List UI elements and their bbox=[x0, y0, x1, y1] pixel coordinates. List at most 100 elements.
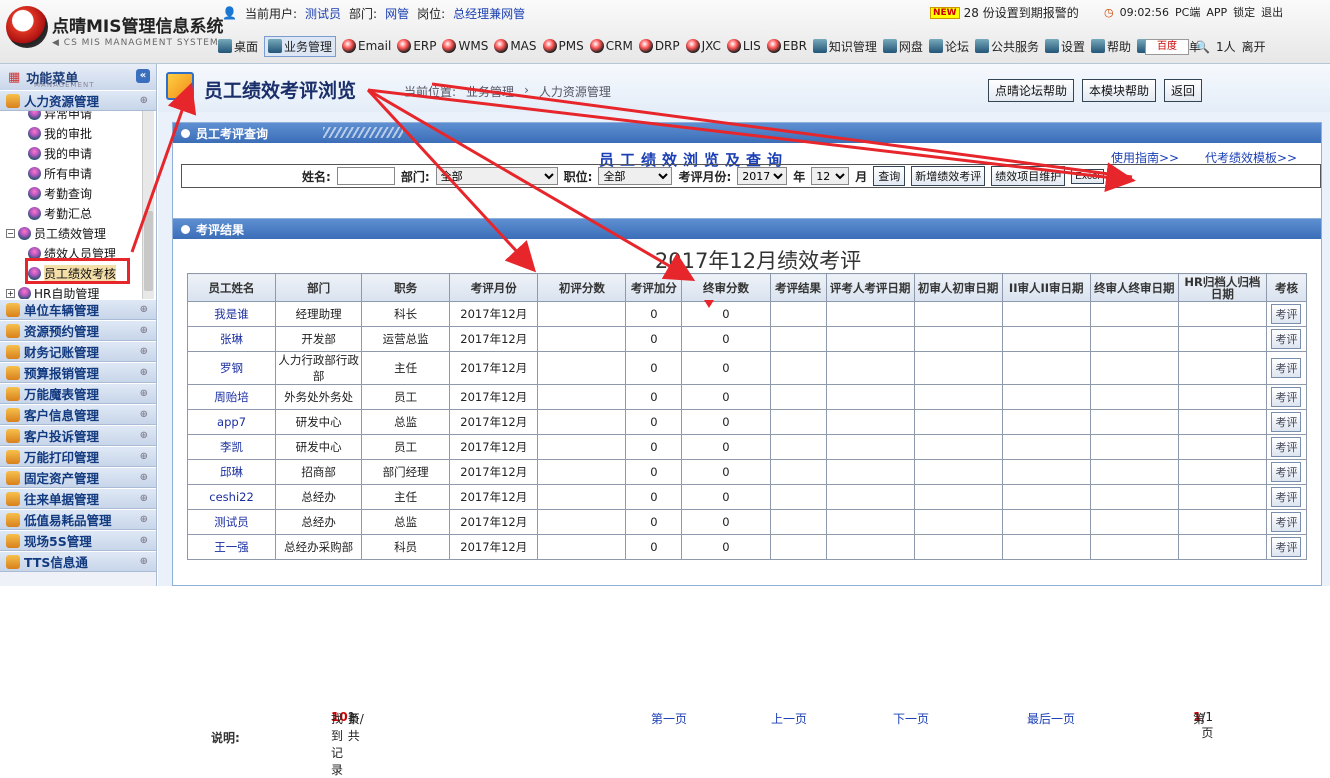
online-users[interactable]: 1人 bbox=[1216, 38, 1236, 55]
evaluate-button[interactable]: 考评 bbox=[1271, 358, 1302, 378]
maintain-items-button[interactable]: 绩效项目维护 bbox=[991, 166, 1066, 186]
back-button[interactable]: 返回 bbox=[1164, 79, 1203, 102]
sidebar-item-1[interactable]: 我的审批 bbox=[6, 123, 156, 143]
breadcrumb-item[interactable]: 业务管理 bbox=[466, 83, 514, 100]
cell-month: 2017年12月 bbox=[449, 434, 539, 460]
evaluate-button[interactable]: 考评 bbox=[1271, 387, 1302, 407]
module-help-button[interactable]: 本模块帮助 bbox=[1082, 79, 1157, 102]
toolbar-business[interactable]: 业务管理 bbox=[264, 35, 337, 57]
email-icon bbox=[342, 39, 357, 53]
toolbar-pms[interactable]: PMS bbox=[542, 39, 584, 53]
sidebar-category-11[interactable]: 现场5S管理 ⊕ bbox=[0, 530, 156, 551]
status-exit[interactable]: 退出 bbox=[1261, 4, 1283, 20]
sidebar-item-0[interactable]: 异常申请 bbox=[6, 111, 156, 123]
cell-name[interactable]: 周贻培 bbox=[186, 384, 277, 410]
cell-name[interactable]: 邱琳 bbox=[186, 459, 277, 485]
user-icon: 👤 bbox=[222, 6, 237, 20]
sidebar-category-1[interactable]: 资源预约管理 ⊕ bbox=[0, 320, 156, 341]
toolbar-wms[interactable]: WMS bbox=[442, 39, 488, 53]
cell-name[interactable]: 罗钢 bbox=[186, 351, 277, 385]
year-select[interactable]: 2017 bbox=[737, 167, 788, 185]
baidu-search[interactable]: 百度 bbox=[1145, 38, 1189, 55]
current-user[interactable]: 测试员 bbox=[305, 5, 341, 22]
cell-empty bbox=[1089, 301, 1179, 327]
sidebar-category-3[interactable]: 预算报销管理 ⊕ bbox=[0, 362, 156, 383]
sidebar-category-0[interactable]: 单位车辆管理 ⊕ bbox=[0, 299, 156, 320]
toolbar-mas[interactable]: MAS bbox=[494, 39, 537, 53]
toolbar-erp[interactable]: ERP bbox=[397, 39, 436, 53]
sidebar-category-4[interactable]: 万能魔表管理 ⊕ bbox=[0, 383, 156, 404]
name-field[interactable] bbox=[336, 167, 395, 185]
add-evaluation-button[interactable]: 新增绩效考评 bbox=[911, 166, 986, 186]
sidebar-item-2[interactable]: 我的申请 bbox=[6, 143, 156, 163]
search-icon[interactable]: 🔍 bbox=[1195, 40, 1210, 54]
leave-button[interactable]: 离开 bbox=[1242, 38, 1266, 55]
toolbar-netdisk[interactable]: 网盘 bbox=[882, 38, 923, 55]
sidebar-item-4[interactable]: 考勤查询 bbox=[6, 183, 156, 203]
cell-name[interactable]: app7 bbox=[186, 409, 277, 435]
expand-icon[interactable]: + bbox=[6, 288, 15, 298]
cell-name[interactable]: 测试员 bbox=[186, 509, 277, 535]
sidebar-scrollbar[interactable] bbox=[142, 111, 154, 299]
status-app[interactable]: APP bbox=[1206, 6, 1227, 19]
category-icon bbox=[6, 344, 20, 359]
alert-ticker[interactable]: NEW 28 份设置到期报警的 bbox=[930, 4, 1079, 21]
toolbar-email[interactable]: Email bbox=[342, 39, 391, 53]
evaluate-button[interactable]: 考评 bbox=[1271, 437, 1302, 457]
toolbar-knowledge[interactable]: 知识管理 bbox=[812, 38, 877, 55]
toolbar-help[interactable]: 帮助 bbox=[1090, 38, 1131, 55]
toolbar-crm[interactable]: CRM bbox=[589, 39, 633, 53]
sidebar-header: ▦ 功能菜单 MANAGEMENT « bbox=[0, 64, 156, 90]
status-pc[interactable]: PC端 bbox=[1175, 4, 1200, 20]
evaluate-button[interactable]: 考评 bbox=[1271, 304, 1302, 324]
evaluate-button[interactable]: 考评 bbox=[1271, 462, 1302, 482]
evaluate-button[interactable]: 考评 bbox=[1271, 512, 1302, 532]
sidebar-category-12[interactable]: TTS信息通 ⊕ bbox=[0, 551, 156, 572]
sidebar-item-6[interactable]: − 员工绩效管理 bbox=[6, 223, 156, 243]
sidebar-category-6[interactable]: 客户投诉管理 ⊕ bbox=[0, 425, 156, 446]
next-page-link[interactable]: 下一页 bbox=[893, 710, 929, 727]
excel-button[interactable]: Excel bbox=[1071, 168, 1104, 184]
cell-empty bbox=[1089, 326, 1179, 352]
post-select[interactable]: 全部 bbox=[598, 167, 673, 185]
toolbar-public-service[interactable]: 公共服务 bbox=[974, 38, 1039, 55]
dept-select[interactable]: 全部 bbox=[435, 167, 558, 185]
sidebar-item-5[interactable]: 考勤汇总 bbox=[6, 203, 156, 223]
first-page-link[interactable]: 第一页 bbox=[651, 710, 687, 727]
evaluate-button[interactable]: 考评 bbox=[1271, 487, 1302, 507]
cell-name[interactable]: 李凯 bbox=[186, 434, 277, 460]
last-page-link[interactable]: 最后一页 bbox=[1027, 710, 1075, 727]
sidebar-category-8[interactable]: 固定资产管理 ⊕ bbox=[0, 467, 156, 488]
sidebar-item-9[interactable]: + HR自助管理 bbox=[6, 283, 156, 299]
month-select[interactable]: 12 bbox=[811, 167, 850, 185]
expand-icon[interactable]: − bbox=[6, 228, 15, 238]
toolbar-ebr[interactable]: EBR bbox=[766, 39, 807, 53]
sidebar-category-hr[interactable]: 人力资源管理 ⊕ bbox=[0, 90, 156, 111]
toolbar-jxc[interactable]: JXC bbox=[685, 39, 721, 53]
cell-name[interactable]: ceshi22 bbox=[186, 484, 277, 510]
sidebar-category-10[interactable]: 低值易耗品管理 ⊕ bbox=[0, 509, 156, 530]
query-button[interactable]: 查询 bbox=[873, 166, 906, 186]
user-info: 👤 当前用户: 测试员 部门: 网管 岗位: 总经理兼网管 bbox=[222, 5, 526, 22]
status-lock[interactable]: 锁定 bbox=[1233, 4, 1255, 20]
toolbar-lis[interactable]: LIS bbox=[726, 39, 761, 53]
evaluate-button[interactable]: 考评 bbox=[1271, 329, 1302, 349]
sidebar-category-5[interactable]: 客户信息管理 ⊕ bbox=[0, 404, 156, 425]
prev-page-link[interactable]: 上一页 bbox=[771, 710, 807, 727]
sidebar-category-2[interactable]: 财务记账管理 ⊕ bbox=[0, 341, 156, 362]
cell-name[interactable]: 张琳 bbox=[186, 326, 277, 352]
cell-name[interactable]: 我是谁 bbox=[186, 301, 277, 327]
cell-name[interactable]: 王一强 bbox=[186, 534, 277, 560]
toolbar-desktop[interactable]: 桌面 bbox=[218, 38, 258, 55]
forum-help-button[interactable]: 点晴论坛帮助 bbox=[988, 79, 1075, 102]
toolbar-settings[interactable]: 设置 bbox=[1044, 38, 1085, 55]
sidebar-category-7[interactable]: 万能打印管理 ⊕ bbox=[0, 446, 156, 467]
breadcrumb-item[interactable]: 人力资源管理 bbox=[539, 83, 611, 100]
sidebar-item-3[interactable]: 所有申请 bbox=[6, 163, 156, 183]
toolbar-forum[interactable]: 论坛 bbox=[928, 38, 969, 55]
sidebar-category-9[interactable]: 往来单据管理 ⊕ bbox=[0, 488, 156, 509]
collapse-sidebar-button[interactable]: « bbox=[136, 69, 150, 83]
evaluate-button[interactable]: 考评 bbox=[1271, 537, 1302, 557]
toolbar-drp[interactable]: DRP bbox=[638, 39, 680, 53]
evaluate-button[interactable]: 考评 bbox=[1271, 412, 1302, 432]
